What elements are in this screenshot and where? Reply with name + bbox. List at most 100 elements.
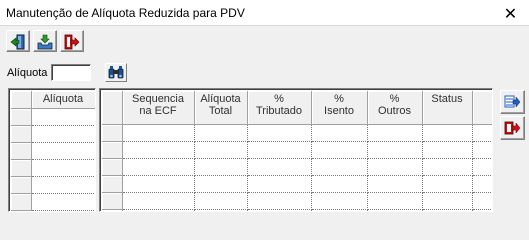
row-indicator[interactable] [102,158,123,176]
table-cell[interactable] [311,141,368,159]
table-cell[interactable] [31,125,95,143]
search-button[interactable] [105,63,127,82]
table-cell[interactable] [122,192,195,210]
table-cell[interactable] [472,124,492,142]
table-row[interactable] [102,141,492,159]
table-cell[interactable] [422,175,473,193]
table-row[interactable] [11,193,95,211]
table-row[interactable] [102,192,492,210]
row-indicator[interactable] [102,175,123,193]
column-header[interactable]: Sequencia na ECF [122,91,195,125]
row-indicator[interactable] [11,159,32,177]
table-cell[interactable] [194,124,248,142]
table-cell[interactable] [367,141,423,159]
table-cell[interactable] [194,192,248,210]
table-cell[interactable] [194,158,248,176]
table-cell[interactable] [472,192,492,210]
table-cell[interactable] [31,108,95,126]
add-record-button[interactable] [500,90,525,114]
row-indicator[interactable] [102,124,123,142]
row-indicator[interactable] [11,176,32,194]
save-tray-icon [37,34,53,50]
table-cell[interactable] [194,209,248,211]
remove-record-icon [504,121,521,135]
close-button[interactable]: ✕ [492,0,529,26]
aliquota-input[interactable] [51,64,91,81]
window-title: Manutenção de Alíquota Reduzida para PDV [6,6,245,20]
exit-door-icon [10,34,25,50]
table-cell[interactable] [31,193,95,211]
table-cell[interactable] [247,192,312,210]
table-row[interactable] [102,175,492,193]
table-cell[interactable] [122,124,195,142]
table-cell[interactable] [367,175,423,193]
column-header[interactable]: Alíquota Total [194,91,248,125]
table-cell[interactable] [367,192,423,210]
table-row[interactable] [102,124,492,142]
table-cell[interactable] [31,142,95,160]
table-cell[interactable] [422,158,473,176]
table-cell[interactable] [311,124,368,142]
row-indicator[interactable] [102,209,123,211]
column-header-aliquota[interactable]: Alíquota [31,91,95,109]
row-indicator[interactable] [102,141,123,159]
row-indicator[interactable] [11,108,32,126]
table-cell[interactable] [367,158,423,176]
table-cell[interactable] [367,209,423,211]
table-cell[interactable] [422,141,473,159]
table-row[interactable] [11,142,95,160]
aliquota-list-grid[interactable]: Alíquota [8,88,96,212]
table-cell[interactable] [122,141,195,159]
binoculars-icon [108,66,124,79]
table-row[interactable] [11,159,95,177]
table-cell[interactable] [194,175,248,193]
exit-button[interactable] [60,30,84,52]
table-row[interactable] [102,158,492,176]
row-indicator[interactable] [11,125,32,143]
row-indicator[interactable] [102,192,123,210]
table-cell[interactable] [472,158,492,176]
table-cell[interactable] [122,158,195,176]
table-cell[interactable] [472,209,492,211]
row-indicator[interactable] [11,142,32,160]
close-icon: ✕ [503,3,518,23]
table-cell[interactable] [422,192,473,210]
table-cell[interactable] [472,175,492,193]
table-cell[interactable] [122,209,195,211]
remove-record-button[interactable] [500,116,525,140]
column-header[interactable]: Status [422,91,473,125]
table-cell[interactable] [247,175,312,193]
table-cell[interactable] [247,124,312,142]
header-filler [472,91,492,125]
column-header[interactable]: % Tributado [247,91,312,125]
add-record-icon [504,95,521,108]
table-cell[interactable] [31,159,95,177]
column-header[interactable]: % Outros [367,91,423,125]
table-cell[interactable] [367,124,423,142]
table-cell[interactable] [247,209,312,211]
aliquota-detail-grid[interactable]: Sequencia na ECF Alíquota Total% Tributad… [99,88,493,212]
aliquota-label: Alíquota [7,67,48,79]
table-row[interactable] [11,125,95,143]
table-cell[interactable] [422,209,473,211]
table-cell[interactable] [422,124,473,142]
table-cell[interactable] [311,158,368,176]
table-cell[interactable] [311,175,368,193]
table-cell[interactable] [311,192,368,210]
table-row[interactable] [11,108,95,126]
table-cell[interactable] [122,175,195,193]
table-cell[interactable] [31,176,95,194]
exit-door-button[interactable] [6,30,30,52]
table-cell[interactable] [247,141,312,159]
table-row[interactable] [102,209,492,211]
table-row[interactable] [11,176,95,194]
indicator-header [11,91,32,109]
exit-arrow-icon [64,34,80,50]
table-cell[interactable] [311,209,368,211]
row-indicator[interactable] [11,193,32,211]
column-header[interactable]: % Isento [311,91,368,125]
table-cell[interactable] [194,141,248,159]
save-button[interactable] [33,30,57,52]
table-cell[interactable] [472,141,492,159]
table-cell[interactable] [247,158,312,176]
